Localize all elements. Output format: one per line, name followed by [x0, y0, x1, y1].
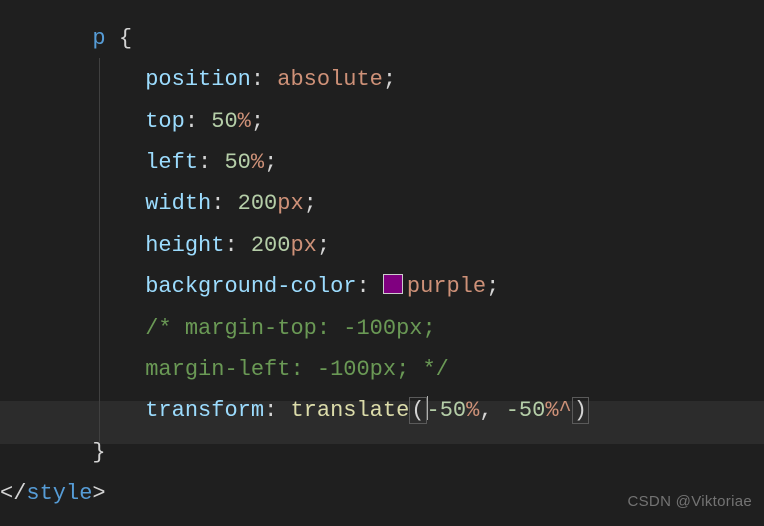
code-line: position: absolute;	[0, 59, 764, 100]
code-line: /* margin-top: -100px;	[0, 308, 764, 349]
code-line: width: 200px;	[0, 183, 764, 224]
color-swatch-icon	[383, 274, 403, 294]
code-line: left: 50%;	[0, 142, 764, 183]
code-line: height: 200px;	[0, 225, 764, 266]
code-line: background-color: purple;	[0, 266, 764, 307]
code-editor[interactable]: p { position: absolute; top: 50%; left: …	[0, 0, 764, 514]
code-line: p {	[0, 18, 764, 59]
code-line: top: 50%;	[0, 101, 764, 142]
code-line: margin-left: -100px; */	[0, 349, 764, 390]
bracket-match: (	[409, 397, 426, 424]
code-line: transform: translate(-50%, -50%^)	[0, 390, 764, 431]
watermark-text: CSDN @Viktoriae	[628, 488, 753, 516]
code-line: }	[0, 432, 764, 473]
bracket-match: )	[572, 397, 589, 424]
css-selector: p	[92, 26, 105, 51]
